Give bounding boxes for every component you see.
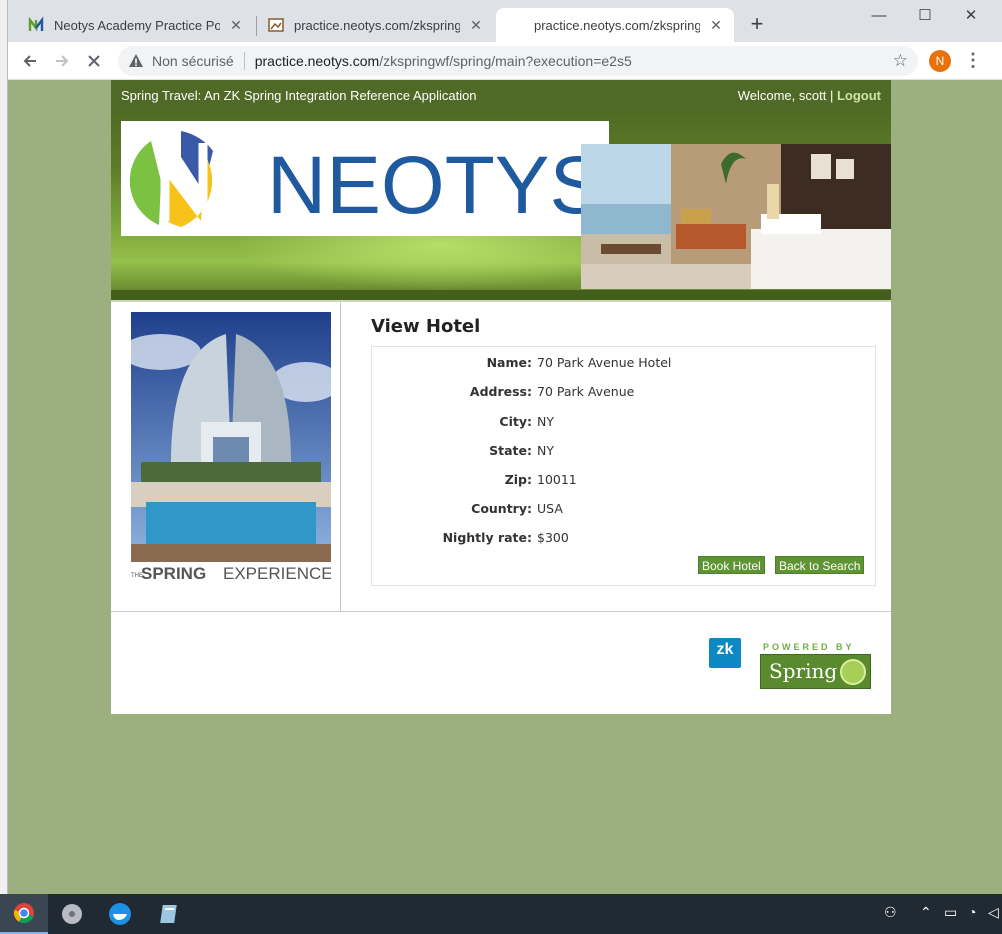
close-window-icon[interactable]: ✕ <box>948 0 994 30</box>
detail-value: 10011 <box>537 472 577 487</box>
back-to-search-button[interactable]: Back to Search <box>775 556 865 574</box>
windows-taskbar: ⚇ ⌃ ▭ ◔ ◁ <box>0 894 1002 934</box>
header-banner: NEOTYS <box>111 110 891 300</box>
detail-row-state: State: NY <box>372 443 875 463</box>
browser-toolbar: Non sécurisé practice.neotys.com/zksprin… <box>8 42 1002 80</box>
book-hotel-button[interactable]: Book Hotel <box>698 556 765 574</box>
detail-row-nightly-rate: Nightly rate: $300 <box>372 530 875 550</box>
close-tab-icon[interactable]: ✕ <box>708 17 724 33</box>
tab-title: practice.neotys.com/zkspringwf/s <box>294 17 460 33</box>
security-status: Non sécurisé <box>152 53 234 69</box>
tab-strip: Neotys Academy Practice Portal ✕ practic… <box>8 0 1002 42</box>
spring-leaf-icon <box>840 659 866 685</box>
logout-link[interactable]: Logout <box>837 88 881 103</box>
profile-avatar[interactable]: N <box>929 50 951 72</box>
app-header: Spring Travel: An ZK Spring Integration … <box>111 80 891 110</box>
forward-arrow-icon[interactable] <box>49 48 75 74</box>
wifi-icon[interactable]: ◔ <box>968 904 976 920</box>
bookmark-star-icon[interactable]: ☆ <box>893 51 908 71</box>
browser-window: Neotys Academy Practice Portal ✕ practic… <box>8 0 1002 894</box>
chrome-taskbar-icon[interactable] <box>0 894 48 934</box>
maximize-icon[interactable]: ☐ <box>902 0 948 30</box>
detail-value: 70 Park Avenue Hotel <box>537 355 672 370</box>
tab-neotys-academy[interactable]: Neotys Academy Practice Portal ✕ <box>16 8 254 42</box>
volume-icon[interactable]: ◁ <box>988 904 999 921</box>
content-area: THE SPRING EXPERIENCE View Hotel Name: 7… <box>111 300 891 622</box>
browser-menu-icon[interactable]: ⋮ <box>964 50 982 72</box>
address-divider <box>243 52 245 70</box>
url-path: /zkspringwf/spring/main?execution=e2s5 <box>379 53 632 69</box>
address-bar[interactable]: Non sécurisé practice.neotys.com/zksprin… <box>118 46 918 76</box>
left-column: THE SPRING EXPERIENCE <box>111 302 341 612</box>
detail-label: Country: <box>471 501 532 516</box>
close-tab-icon[interactable]: ✕ <box>468 17 484 33</box>
chevron-up-icon[interactable]: ⌃ <box>920 904 932 921</box>
tab-title: practice.neotys.com/zkspringwf/s <box>534 17 700 33</box>
minimize-icon[interactable]: — <box>856 0 902 30</box>
detail-value: NY <box>537 443 554 458</box>
battery-icon[interactable]: ▭ <box>944 904 957 921</box>
detail-label: Address: <box>469 384 532 399</box>
detail-value: USA <box>537 501 563 516</box>
spring-logo-text: Spring <box>769 659 838 683</box>
caption-spring: SPRING <box>141 564 206 582</box>
hotel-building-photo: THE SPRING EXPERIENCE <box>131 312 331 582</box>
detail-row-zip: Zip: 10011 <box>372 472 875 492</box>
stop-loading-icon[interactable] <box>81 48 107 74</box>
neotys-logo-icon: NEOTYS <box>129 131 604 231</box>
zk-powered-logo: zk <box>709 638 741 668</box>
new-tab-button[interactable]: + <box>746 13 768 36</box>
hotel-room-photo <box>581 144 891 289</box>
spring-logo: Spring <box>760 654 871 689</box>
detail-value: NY <box>537 414 554 429</box>
detail-label: City: <box>499 414 532 429</box>
warning-icon <box>129 54 143 67</box>
detail-row-name: Name: 70 Park Avenue Hotel <box>372 355 875 375</box>
hotel-details-panel: Name: 70 Park Avenue Hotel Address: 70 P… <box>371 346 876 586</box>
notes-app-taskbar-icon[interactable] <box>146 894 194 934</box>
tab-practice-active[interactable]: practice.neotys.com/zkspringwf/s ✕ <box>496 8 734 42</box>
app-page: Spring Travel: An ZK Spring Integration … <box>111 80 891 714</box>
tab-practice-1[interactable]: practice.neotys.com/zkspringwf/s ✕ <box>256 8 494 42</box>
welcome-text: Welcome, scott | <box>737 87 837 103</box>
detail-value: $300 <box>537 530 569 545</box>
detail-value: 70 Park Avenue <box>537 384 635 399</box>
detail-row-country: Country: USA <box>372 501 875 521</box>
tab-title: Neotys Academy Practice Portal <box>54 17 220 33</box>
logo-text: NEOTYS <box>267 140 604 231</box>
welcome-area: Welcome, scott | Logout <box>738 88 881 103</box>
powered-by-text: POWERED BY <box>763 642 855 652</box>
back-arrow-icon[interactable] <box>17 48 43 74</box>
detail-row-address: Address: 70 Park Avenue <box>372 384 875 404</box>
detail-label: Name: <box>486 355 532 370</box>
app-title: Spring Travel: An ZK Spring Integration … <box>121 87 477 103</box>
caption-experience: EXPERIENCE <box>223 564 331 582</box>
detail-label: Nightly rate: <box>442 530 532 545</box>
neotys-logo: NEOTYS <box>121 121 609 236</box>
detail-label: State: <box>489 443 532 458</box>
disc-app-taskbar-icon[interactable] <box>48 894 96 934</box>
close-tab-icon[interactable]: ✕ <box>228 17 244 33</box>
loading-favicon-icon <box>508 17 524 33</box>
page-footer: zk POWERED BY Spring <box>111 611 891 714</box>
page-title: View Hotel <box>371 316 481 337</box>
image-favicon-icon <box>268 18 284 32</box>
desktop-background <box>0 0 8 894</box>
docker-taskbar-icon[interactable] <box>96 894 144 934</box>
detail-row-city: City: NY <box>372 414 875 434</box>
people-icon[interactable]: ⚇ <box>884 904 897 921</box>
url-host: practice.neotys.com <box>254 53 380 69</box>
page-viewport: Spring Travel: An ZK Spring Integration … <box>8 80 1002 894</box>
banner-bottom-line <box>111 290 891 300</box>
detail-label: Zip: <box>504 472 532 487</box>
right-column: View Hotel Name: 70 Park Avenue Hotel Ad… <box>371 302 876 586</box>
neotys-favicon-icon <box>28 17 44 32</box>
